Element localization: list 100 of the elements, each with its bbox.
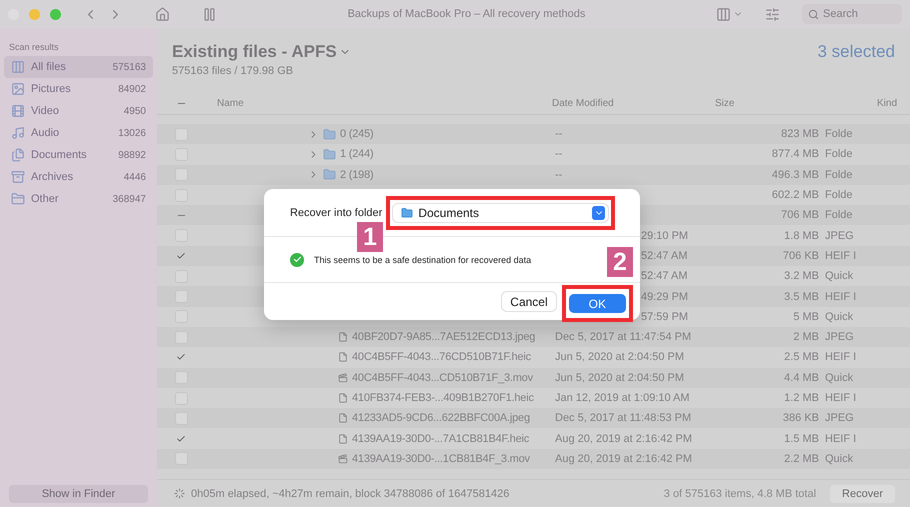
show-in-finder-button[interactable]: Show in Finder [9,485,148,503]
kind-cell-text: JPEG [825,412,855,424]
sidebar-item[interactable]: All files 575163 [4,56,153,78]
folder-icon [323,168,336,182]
selection-count: 3 selected [818,42,895,62]
kind-cell-text: JPEG [825,230,855,242]
date-cell: Jan 12, 2019 at 1:09:10 AM [555,392,690,404]
step-number: 2 [607,247,633,277]
spinner-icon [174,488,185,499]
check-icon [176,434,186,444]
view-icon[interactable] [716,6,731,22]
size-cell-text: 1.2 MB [783,392,820,404]
checkbox[interactable] [176,433,186,444]
date-cell: Aug 20, 2019 at 2:16:42 PM [555,452,692,465]
date-cell: Jun 5, 2020 at 2:04:50 PM [555,351,684,364]
movie-file-icon [338,454,348,464]
kind-cell-text: HEIF I [825,432,858,445]
step-number: 1 [357,222,383,252]
kind-cell-text: Folde [825,148,854,160]
file-name: 4139AA19-30D0-...1CB81B4F_3.mov [352,452,530,465]
checkbox[interactable] [176,250,186,262]
video-icon [11,104,25,118]
kind-cell-text: Quick [825,310,854,323]
sidebar-item[interactable]: Documents 98892 [4,144,153,166]
file-name: 0 (245) [340,128,374,140]
size-cell-text: 2.5 MB [783,351,820,364]
minimize-button[interactable] [29,8,40,20]
file-name: 40C4B5FF-4043...CD510B71F_3.mov [352,372,533,384]
kind-cell-text: Quick [825,270,854,282]
file-name: 410FB374-FEB3-...409B1B270F1.heic [352,392,534,404]
zoom-button[interactable] [50,8,61,20]
kind-cell-text: Quick [825,452,854,465]
kind-cell-text: HEIF I [825,290,858,303]
filter-icon[interactable] [765,6,780,22]
kind-cell-text: Folde [825,189,854,202]
page-title: Existing files - APFS [172,42,337,62]
sidebar-item[interactable]: Video 4950 [4,100,153,122]
search-icon [808,8,819,20]
size-cell-text: 496.3 MB [770,168,820,181]
sidebar-item[interactable]: Audio 13026 [4,122,153,144]
sidebar-item[interactable]: Pictures 84902 [4,78,153,100]
kind-cell-text: JPEG [825,331,855,344]
recover-button[interactable]: Recover [830,484,895,502]
folder-icon [323,128,336,141]
pause-icon[interactable] [202,6,217,22]
selection-summary: 3 of 575163 items, 4.8 MB total [664,488,816,500]
file-name: 4139AA19-30D0-...7A1CB81B4F.heic [352,432,530,445]
audio-icon [11,126,25,140]
kind-cell-text: HEIF I [825,250,858,262]
file-name: 2 (198) [340,168,374,181]
size-cell-text: 5 MB [792,310,820,323]
size-cell-text: 3.2 MB [783,270,820,282]
sidebar-item[interactable]: Other 368947 [4,188,153,210]
date-cell: 49:29 PM [641,290,688,303]
cancel-button[interactable]: Cancel [502,292,556,311]
folder-select[interactable]: Documents [393,204,608,222]
size-cell-text: 4.4 MB [783,372,820,384]
kind-cell-text: HEIF I [825,351,858,364]
date-cell: 52:47 AM [641,270,688,282]
date-cell: -- [555,168,562,181]
folder-icon [401,206,414,218]
sidebar-item[interactable]: Archives 4446 [4,166,153,188]
size-cell-text: 1.8 MB [783,230,820,242]
column-header[interactable]: Date Modified [552,98,715,108]
search-field[interactable]: Search [802,4,902,24]
date-cell: Dec 5, 2017 at 11:48:53 PM [555,412,692,424]
date-cell: -- [555,128,562,140]
date-cell: -- [555,148,562,160]
ok-button[interactable]: OK [568,294,626,313]
documents-icon [11,148,25,162]
file-name: 1 (244) [340,148,374,160]
size-cell-text: 706 KB [782,250,820,262]
check-icon [176,352,186,362]
kind-cell-text: HEIF I [825,392,858,404]
kind-cell-text: Folde [825,128,854,140]
date-cell: 57:59 PM [641,310,688,323]
file-summary: 575163 files / 179.98 GB [172,65,294,77]
date-cell: Aug 20, 2019 at 2:16:42 PM [555,432,692,445]
size-cell-text: 877.4 MB [770,148,820,160]
file-name: 40C4B5FF-4043...76CD510B71F.heic [352,351,531,364]
safety-message: This seems to be a safe destination for recovered data [314,254,532,264]
check-icon [176,250,186,261]
column-header[interactable]: Size [715,98,825,108]
stepper-icon [592,206,606,220]
folder-icon [323,148,336,161]
kind-cell-text: Quick [825,372,854,384]
file-name: 40BF20D7-9A85...7AE512ECD13.jpeg [352,331,536,344]
size-cell-text: 2.2 MB [783,452,820,465]
column-header[interactable]: Name [205,98,552,108]
date-cell: 29:10 PM [641,230,688,242]
size-cell-text: 602.2 MB [770,189,820,202]
kind-cell-text: Folde [825,168,854,181]
archives-icon [11,170,25,184]
progress-text: 0h05m elapsed, ~4h27m remain, block 34788086 of 1647581426 [191,488,510,500]
size-cell-text: 706 MB [780,209,820,222]
home-icon[interactable] [155,6,170,22]
file-name: 41233AD5-9CD6...622BBFC00A.jpeg [352,412,530,424]
sidebar-heading: Scan results [8,42,60,54]
column-header[interactable]: Kind [825,98,903,108]
folder-label: Recover into folder [290,206,382,218]
